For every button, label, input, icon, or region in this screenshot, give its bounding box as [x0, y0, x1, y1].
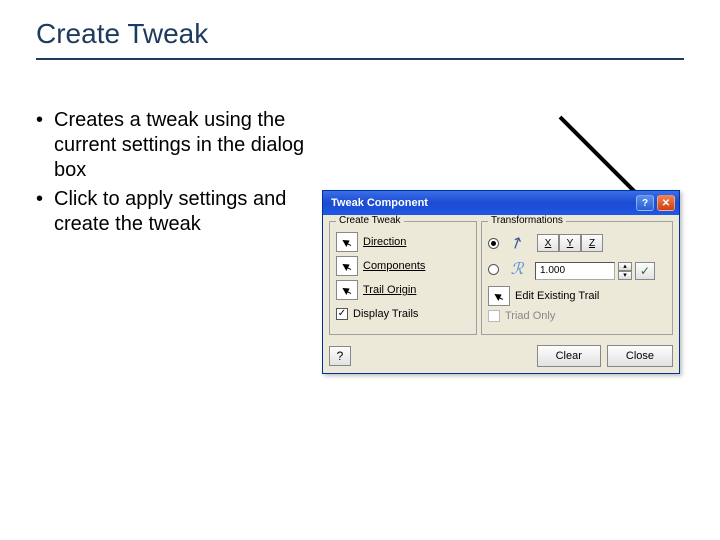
spin-up-button[interactable]: ▴	[618, 262, 632, 271]
dialog-help-button[interactable]: ?	[329, 346, 351, 366]
bullet-item: • Creates a tweak using the current sett…	[36, 108, 316, 183]
bullet-list: • Creates a tweak using the current sett…	[36, 108, 316, 241]
cursor-icon	[342, 285, 351, 295]
display-trails-label: Display Trails	[353, 308, 418, 320]
transformations-group-label: Transformations	[488, 215, 566, 226]
translate-icon: ↗	[504, 232, 530, 254]
rotate-icon: ℛ	[504, 258, 530, 280]
create-tweak-group: Create Tweak Direction Components Trail …	[329, 221, 477, 335]
distance-input[interactable]: 1.000	[535, 262, 615, 280]
titlebar-close-button[interactable]: ✕	[657, 195, 675, 211]
pick-components-button[interactable]	[336, 256, 358, 276]
axis-x-button[interactable]: X	[537, 234, 559, 252]
trail-origin-label: Trail Origin	[363, 284, 416, 296]
display-trails-checkbox[interactable]: ✓	[336, 308, 348, 320]
spin-down-button[interactable]: ▾	[618, 271, 632, 280]
rotate-radio[interactable]	[488, 264, 499, 275]
cursor-icon	[494, 291, 503, 301]
direction-label: Direction	[363, 236, 406, 248]
title-underline	[36, 58, 684, 60]
clear-button[interactable]: Clear	[537, 345, 601, 367]
edit-existing-trail-label: Edit Existing Trail	[515, 290, 599, 302]
close-button[interactable]: Close	[607, 345, 673, 367]
edit-existing-trail-button[interactable]	[488, 286, 510, 306]
titlebar-help-button[interactable]: ?	[636, 195, 654, 211]
triad-only-checkbox	[488, 310, 500, 322]
bullet-dot: •	[36, 108, 54, 183]
transformations-group: Transformations ↗ X Y Z ℛ 1.000 ▴ ▾	[481, 221, 673, 335]
dialog-title: Tweak Component	[331, 197, 428, 209]
axis-z-button[interactable]: Z	[581, 234, 603, 252]
translate-radio[interactable]	[488, 238, 499, 249]
cursor-icon	[342, 237, 351, 247]
bullet-text: Creates a tweak using the current settin…	[54, 108, 316, 183]
bullet-dot: •	[36, 187, 54, 237]
bullet-item: • Click to apply settings and create the…	[36, 187, 316, 237]
create-tweak-group-label: Create Tweak	[336, 215, 404, 226]
cursor-icon	[342, 261, 351, 271]
bullet-text: Click to apply settings and create the t…	[54, 187, 316, 237]
tweak-component-dialog: Tweak Component ? ✕ Create Tweak Directi…	[322, 190, 680, 374]
pick-trail-origin-button[interactable]	[336, 280, 358, 300]
axis-y-button[interactable]: Y	[559, 234, 581, 252]
triad-only-label: Triad Only	[505, 310, 555, 322]
dialog-titlebar[interactable]: Tweak Component ? ✕	[323, 191, 679, 215]
apply-tweak-button[interactable]: ✓	[635, 262, 655, 280]
pick-direction-button[interactable]	[336, 232, 358, 252]
components-label: Components	[363, 260, 425, 272]
slide-title: Create Tweak	[36, 18, 208, 50]
